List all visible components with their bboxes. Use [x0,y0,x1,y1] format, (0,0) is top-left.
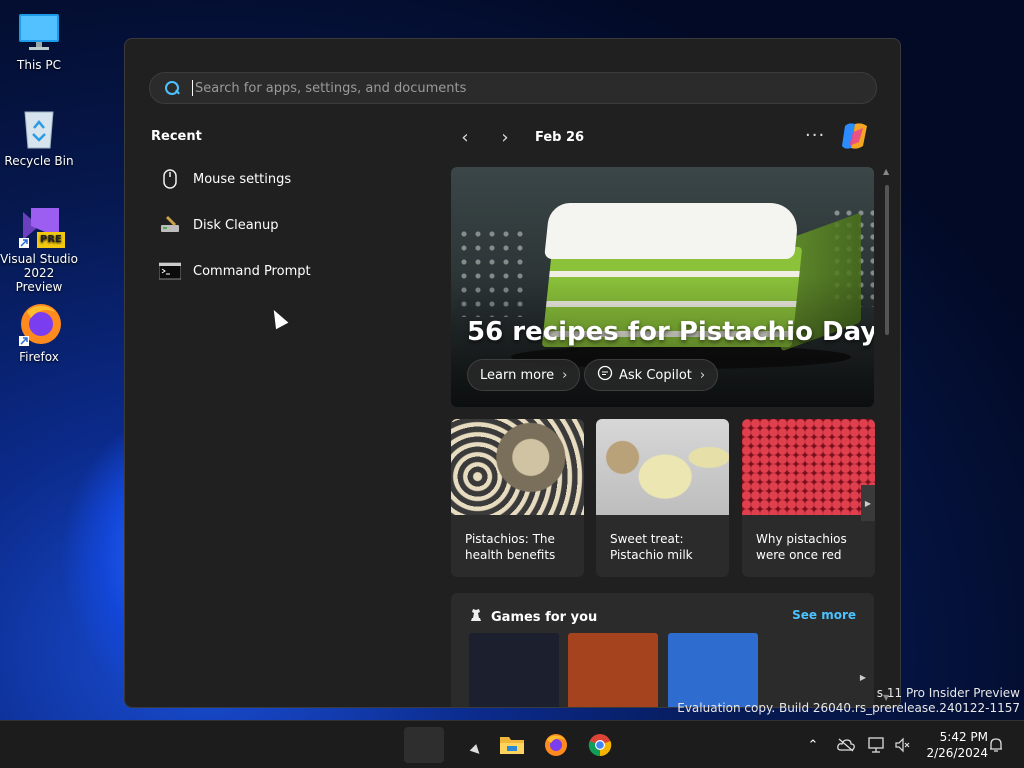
scroll-up-arrow[interactable]: ▲ [883,167,889,176]
chevron-right-icon[interactable]: › [491,123,519,151]
hero-card[interactable]: 56 recipes for Pistachio Day Learn more … [451,167,874,407]
taskbar-button-chrome[interactable] [580,727,620,763]
recent-heading: Recent [151,129,202,144]
monitor-icon [17,10,61,54]
highlights-date: Feb 26 [535,129,585,145]
text-caret [192,80,193,96]
firefox-icon [545,734,567,756]
carousel-next-button[interactable]: ▶ [861,485,875,521]
recent-item-disk-cleanup[interactable]: Disk Cleanup [151,205,421,245]
ask-copilot-button[interactable]: Ask Copilot › [584,359,719,391]
desktop-icon-label: Visual Studio 2022 Preview [0,252,78,294]
evaluation-watermark: s 11 Pro Insider Preview Evaluation copy… [677,686,1020,716]
recent-item-command-prompt[interactable]: Command Prompt [151,251,421,291]
chrome-icon [588,734,612,757]
chevron-right-icon: › [699,367,706,383]
taskbar: ▼ ⌃ 5:42 PM 2/26/2024 [0,720,1024,768]
chevron-right-icon: › [562,367,568,383]
learn-more-button[interactable]: Learn more › [467,359,581,391]
taskbar-button-file-explorer[interactable] [492,727,532,763]
news-card-title: Sweet treat: Pistachio milk [610,532,693,562]
news-card[interactable]: Sweet treat: Pistachio milk [596,419,729,577]
command-prompt-icon [158,261,182,281]
onedrive-icon[interactable] [834,721,858,768]
games-heading: Games for you [469,608,597,626]
carousel-next-button[interactable]: ▶ [856,667,870,687]
desktop-icon-recycle-bin[interactable]: Recycle Bin [0,106,78,168]
recent-item-mouse-settings[interactable]: Mouse settings [151,159,421,199]
recent-item-label: Mouse settings [193,171,292,187]
network-icon[interactable] [865,721,889,768]
search-icon [164,80,180,96]
news-card[interactable]: Why pistachios were once red ▶ [742,419,875,577]
scrollbar-thumb[interactable] [885,185,889,335]
news-card[interactable]: Pistachios: The health benefits [451,419,584,577]
notifications-bell-icon[interactable] [986,721,1006,768]
ask-copilot-label: Ask Copilot [619,367,692,383]
watermark-line: s 11 Pro Insider Preview [876,686,1020,700]
taskbar-button-firefox[interactable] [536,727,576,763]
game-tile[interactable] [469,633,559,707]
tray-overflow-chevron-icon[interactable]: ⌃ [802,721,824,768]
search-box[interactable] [149,72,877,104]
desktop-icon-visual-studio[interactable]: PRE Visual Studio 2022 Preview [0,204,78,294]
preview-badge: PRE [40,234,62,245]
copilot-icon[interactable] [839,122,871,152]
desktop-icon-this-pc[interactable]: This PC [0,10,78,72]
chevron-left-icon[interactable]: ‹ [451,123,479,151]
recent-item-label: Disk Cleanup [193,217,279,233]
search-panel: Recent Mouse settings Disk Cleanup Comma… [124,38,901,708]
disk-cleanup-icon [159,215,181,235]
news-card-title: Why pistachios were once red [756,532,847,562]
watermark-line: Evaluation copy. Build 26040.rs_prerelea… [677,701,1020,715]
taskbar-button-start[interactable] [404,727,444,763]
desktop-icon-label: Recycle Bin [4,154,74,168]
see-more-link[interactable]: See more [792,608,856,622]
desktop-icon-firefox[interactable]: Firefox [0,302,78,364]
red-pistachios-image [742,419,875,515]
search-input[interactable] [195,80,875,96]
chat-bubble-icon [597,365,613,385]
clock-time: 5:42 PM [939,730,988,744]
games-title: Games for you [491,609,598,625]
volume-muted-icon[interactable] [892,721,914,768]
recycle-bin-icon [17,106,61,150]
mouse-icon [159,169,181,189]
cursor-arrow-icon: ▼ [467,741,485,759]
game-tile[interactable] [568,633,658,707]
taskbar-clock[interactable]: 5:42 PM 2/26/2024 [916,729,988,761]
hero-title: 56 recipes for Pistachio Day [467,317,874,347]
learn-more-label: Learn more [480,367,555,383]
clock-date: 2/26/2024 [926,746,988,760]
pistachios-image [451,419,584,515]
news-card-title: Pistachios: The health benefits [465,532,556,562]
desktop-icon-label: Firefox [19,350,59,364]
desktop-icon-label: This PC [17,58,61,72]
visual-studio-icon: PRE [17,204,65,248]
pistachio-milk-image [596,419,729,515]
firefox-icon [17,302,61,346]
recent-item-label: Command Prompt [193,263,311,279]
more-options-button[interactable]: ··· [805,125,825,146]
folder-icon [500,737,524,754]
taskbar-button-search[interactable]: ▼ [456,727,496,763]
chess-icon [469,608,483,626]
